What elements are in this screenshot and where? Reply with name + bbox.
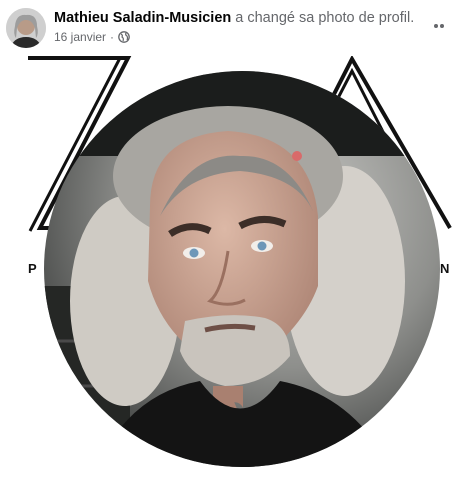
meta-separator: · xyxy=(110,30,115,44)
post-date-link[interactable]: 16 janvier xyxy=(54,30,106,44)
post-header: Mathieu Saladin-Musicien a changé sa pho… xyxy=(0,0,458,56)
more-options-icon-dot xyxy=(440,24,444,28)
globe-icon xyxy=(118,31,130,43)
profile-photo[interactable]: P N xyxy=(0,54,458,486)
profile-photo-image: P N xyxy=(28,54,452,467)
avatar-image xyxy=(6,8,46,48)
post-action-text: a changé sa photo de profil. xyxy=(231,10,415,26)
author-name-link[interactable]: Mathieu Saladin-Musicien xyxy=(54,10,231,26)
frame-letter-n: N xyxy=(440,261,449,276)
frame-letter-p: P xyxy=(28,261,37,276)
more-options-button[interactable] xyxy=(428,18,450,34)
post-title: Mathieu Saladin-Musicien a changé sa pho… xyxy=(54,10,449,27)
more-options-icon xyxy=(434,24,438,28)
avatar[interactable] xyxy=(6,8,46,48)
post-meta: 16 janvier · xyxy=(54,30,130,44)
